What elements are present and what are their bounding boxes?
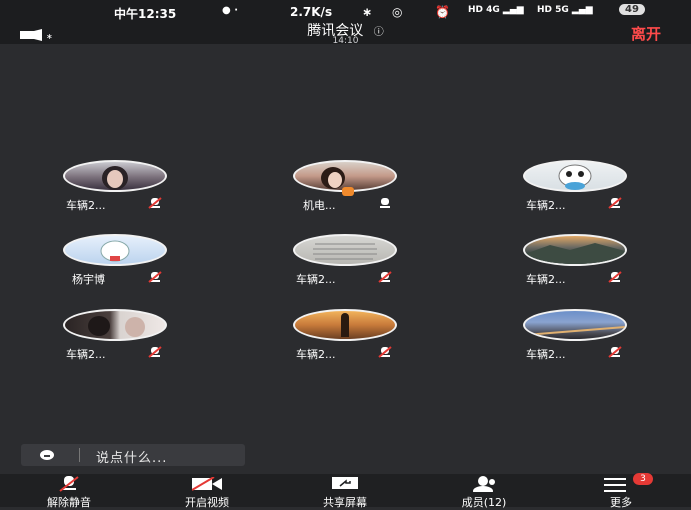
participant-tile[interactable]: 车辆2...: [36, 160, 196, 220]
members-button[interactable]: 成员(12): [429, 474, 539, 509]
participant-tile[interactable]: 车辆2...: [266, 309, 426, 369]
avatar: [63, 309, 167, 341]
participant-tile[interactable]: 车辆2...: [36, 309, 196, 369]
mic-muted-icon: [608, 346, 622, 358]
bluetooth-icon: ∗: [362, 5, 373, 19]
more-button[interactable]: 更多: [566, 474, 676, 509]
participant-tile[interactable]: 杨宇博: [36, 234, 196, 294]
alarm-icon: ⏰: [435, 5, 450, 19]
menu-icon: [604, 478, 626, 492]
share-screen-label: 共享屏幕: [323, 496, 367, 509]
avatar: [63, 234, 167, 266]
avatar: [523, 309, 627, 341]
participant-name: 车辆2...: [526, 273, 566, 286]
participant-tile[interactable]: 车辆2...: [496, 309, 656, 369]
bottom-toolbar: 解除静音 开启视频 共享屏幕 成员(12) 更多: [0, 474, 691, 509]
chat-placeholder: 说点什么...: [96, 451, 168, 466]
notification-icon: ● ·: [222, 5, 239, 16]
avatar: [63, 160, 167, 192]
leave-button[interactable]: 离开: [631, 23, 661, 44]
participant-name: 车辆2...: [66, 199, 106, 212]
battery-icon: 49: [619, 4, 645, 15]
more-label: 更多: [610, 496, 632, 509]
mic-muted-icon: [608, 271, 622, 283]
avatar: [523, 160, 627, 192]
mic-muted-icon: [148, 346, 162, 358]
start-video-button[interactable]: 开启视频: [152, 474, 262, 509]
mic-muted-icon: [148, 197, 162, 209]
share-screen-button[interactable]: 共享屏幕: [290, 474, 400, 509]
participant-name: 车辆2...: [66, 348, 106, 361]
video-off-icon: [192, 477, 222, 491]
signal-icon-2: HD 5G ▂▄▆: [537, 5, 593, 15]
participant-name: 车辆2...: [296, 273, 336, 286]
mic-muted-icon: [148, 271, 162, 283]
notification-badge: 3: [633, 473, 653, 485]
members-icon: [473, 476, 495, 492]
participant-name: 车辆2...: [296, 348, 336, 361]
avatar: [293, 309, 397, 341]
mic-on-icon: [380, 198, 390, 208]
participant-name: 杨宇博: [72, 273, 105, 286]
mic-muted-icon: [59, 476, 79, 492]
unmute-button[interactable]: 解除静音: [14, 474, 124, 509]
start-video-label: 开启视频: [185, 496, 229, 509]
members-label: 成员(12): [461, 496, 507, 509]
mic-muted-icon: [608, 197, 622, 209]
mic-muted-icon: [378, 271, 392, 283]
host-icon: [342, 187, 354, 196]
participant-name: 车辆2...: [526, 199, 566, 212]
divider: [79, 448, 80, 462]
participant-name: 车辆2...: [526, 348, 566, 361]
meeting-duration: 14:10: [332, 36, 359, 46]
unmute-label: 解除静音: [47, 496, 91, 509]
chat-input[interactable]: 说点什么...: [21, 444, 245, 466]
avatar: [293, 234, 397, 266]
status-net-speed: 2.7K/s: [290, 5, 333, 19]
avatar: [523, 234, 627, 266]
signal-icon: HD 4G ▂▄▆: [468, 5, 524, 15]
share-screen-icon: [332, 477, 358, 489]
meeting-header: ∗ 腾讯会议 ⓘ 14:10 离开: [0, 23, 691, 46]
mic-muted-icon: [378, 346, 392, 358]
participant-tile[interactable]: 机电...: [266, 160, 426, 220]
participant-name: 机电...: [303, 199, 336, 212]
emoji-icon[interactable]: [39, 449, 55, 461]
participant-tile[interactable]: 车辆2...: [496, 234, 656, 294]
vibrate-icon: ◎: [392, 5, 403, 19]
participant-tile[interactable]: 车辆2...: [496, 160, 656, 220]
participant-tile[interactable]: 车辆2...: [266, 234, 426, 294]
